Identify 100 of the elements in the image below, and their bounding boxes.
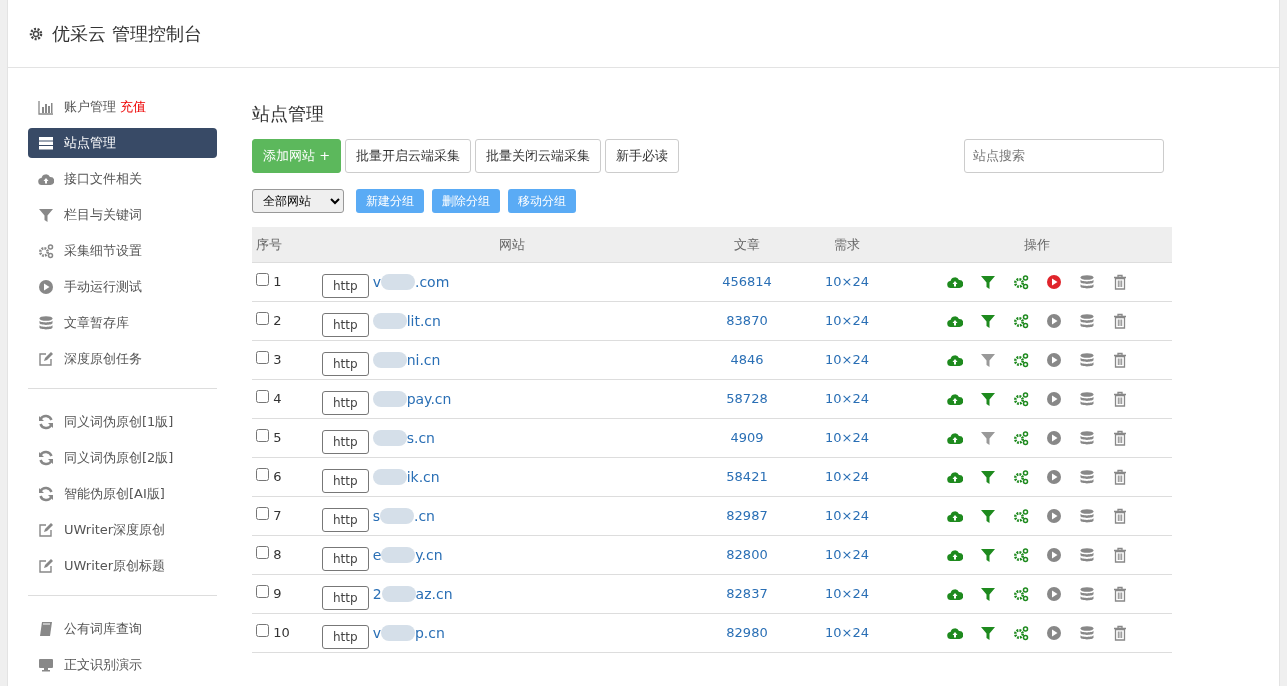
toolbar-button[interactable]: 新手必读 <box>605 139 680 173</box>
sidebar-item[interactable]: 文章暂存库 <box>28 308 217 338</box>
site-link[interactable]: ik.cn <box>372 466 440 488</box>
site-link[interactable]: lit.cn <box>372 310 441 332</box>
play-icon[interactable] <box>1045 508 1062 524</box>
search-field[interactable]: 站点搜索 <box>964 139 1164 173</box>
play-icon[interactable] <box>1045 313 1062 329</box>
gears-icon[interactable] <box>1012 430 1029 446</box>
gears-icon[interactable] <box>1012 547 1029 563</box>
database-icon[interactable] <box>1078 274 1095 290</box>
site-link[interactable]: pay.cn <box>372 388 452 410</box>
filter-icon[interactable] <box>979 469 996 485</box>
toolbar-button[interactable]: 批量开启云端采集 <box>345 139 472 173</box>
row-checkbox[interactable] <box>256 624 269 638</box>
cloud-upload-icon[interactable] <box>946 352 963 368</box>
site-link[interactable]: 2 az.cn <box>372 583 453 605</box>
sidebar-item[interactable]: 采集细节设置 <box>28 236 217 266</box>
row-checkbox[interactable] <box>256 546 269 560</box>
play-icon[interactable] <box>1045 274 1062 290</box>
site-link[interactable]: ni.cn <box>372 349 441 371</box>
cloud-upload-icon[interactable] <box>946 469 963 485</box>
database-icon[interactable] <box>1078 508 1095 524</box>
database-icon[interactable] <box>1078 352 1095 368</box>
cloud-upload-icon[interactable] <box>946 508 963 524</box>
group-select[interactable]: 全部网站 <box>252 188 344 213</box>
filter-icon[interactable] <box>979 274 996 290</box>
site-link[interactable]: s .cn <box>372 505 435 527</box>
filter-icon[interactable] <box>979 625 996 641</box>
database-icon[interactable] <box>1078 469 1095 485</box>
gears-icon[interactable] <box>1012 352 1029 368</box>
row-checkbox[interactable] <box>256 390 269 404</box>
sidebar-item[interactable]: UWriter原创标题 <box>28 551 217 581</box>
sidebar-item[interactable]: 同义词伪原创[2版] <box>28 443 217 473</box>
sidebar-item[interactable]: UWriter深度原创 <box>28 515 217 545</box>
cloud-upload-icon[interactable] <box>946 430 963 446</box>
sidebar-item[interactable]: 接口文件相关 <box>28 164 217 194</box>
cloud-upload-icon[interactable] <box>946 625 963 641</box>
play-icon[interactable] <box>1045 586 1062 602</box>
gears-icon[interactable] <box>1012 586 1029 602</box>
filter-icon[interactable] <box>979 313 996 329</box>
row-checkbox[interactable] <box>256 585 269 599</box>
database-icon[interactable] <box>1078 430 1095 446</box>
filter-icon[interactable] <box>979 547 996 563</box>
gears-icon[interactable] <box>1012 469 1029 485</box>
site-link[interactable]: e y.cn <box>372 544 443 566</box>
site-link[interactable]: v p.cn <box>372 622 445 644</box>
cloud-upload-icon[interactable] <box>946 547 963 563</box>
cloud-upload-icon[interactable] <box>946 274 963 290</box>
trash-icon[interactable] <box>1111 625 1128 641</box>
sidebar-item[interactable]: 公有词库查询 <box>28 614 217 644</box>
gears-icon[interactable] <box>1012 274 1029 290</box>
site-link[interactable]: v .com <box>372 271 450 293</box>
play-icon[interactable] <box>1045 625 1062 641</box>
sidebar-item[interactable]: 栏目与关键词 <box>28 200 217 230</box>
gears-icon[interactable] <box>1012 313 1029 329</box>
gears-icon[interactable] <box>1012 625 1029 641</box>
row-checkbox[interactable] <box>256 429 269 443</box>
gears-icon[interactable] <box>1012 508 1029 524</box>
trash-icon[interactable] <box>1111 547 1128 563</box>
trash-icon[interactable] <box>1111 508 1128 524</box>
sidebar-item[interactable]: 正文识别演示 <box>28 650 217 680</box>
play-icon[interactable] <box>1045 352 1062 368</box>
database-icon[interactable] <box>1078 313 1095 329</box>
play-icon[interactable] <box>1045 469 1062 485</box>
cloud-upload-icon[interactable] <box>946 313 963 329</box>
trash-icon[interactable] <box>1111 352 1128 368</box>
database-icon[interactable] <box>1078 391 1095 407</box>
sidebar-item[interactable]: 智能伪原创[AI版] <box>28 479 217 509</box>
site-link[interactable]: s.cn <box>372 427 435 449</box>
sidebar-item[interactable]: 同义词伪原创[1版] <box>28 407 217 437</box>
row-checkbox[interactable] <box>256 351 269 365</box>
trash-icon[interactable] <box>1111 313 1128 329</box>
database-icon[interactable] <box>1078 625 1095 641</box>
play-icon[interactable] <box>1045 391 1062 407</box>
sidebar-item[interactable]: 账户管理 充值 <box>28 92 217 122</box>
filter-icon[interactable] <box>979 352 996 368</box>
toolbar-button[interactable]: 批量关闭云端采集 <box>475 139 602 173</box>
filter-icon[interactable] <box>979 508 996 524</box>
gears-icon[interactable] <box>1012 391 1029 407</box>
sidebar-item[interactable]: 站点管理 <box>28 128 217 158</box>
filter-icon[interactable] <box>979 430 996 446</box>
sidebar-item[interactable]: 手动运行测试 <box>28 272 217 302</box>
trash-icon[interactable] <box>1111 391 1128 407</box>
row-checkbox[interactable] <box>256 507 269 521</box>
row-checkbox[interactable] <box>256 273 269 287</box>
cloud-upload-icon[interactable] <box>946 586 963 602</box>
trash-icon[interactable] <box>1111 586 1128 602</box>
play-icon[interactable] <box>1045 547 1062 563</box>
filter-icon[interactable] <box>979 586 996 602</box>
trash-icon[interactable] <box>1111 274 1128 290</box>
filter-icon[interactable] <box>979 391 996 407</box>
database-icon[interactable] <box>1078 547 1095 563</box>
play-icon[interactable] <box>1045 430 1062 446</box>
row-checkbox[interactable] <box>256 312 269 326</box>
cloud-upload-icon[interactable] <box>946 391 963 407</box>
trash-icon[interactable] <box>1111 430 1128 446</box>
trash-icon[interactable] <box>1111 469 1128 485</box>
sidebar-item[interactable]: 深度原创任务 <box>28 344 217 374</box>
database-icon[interactable] <box>1078 586 1095 602</box>
row-checkbox[interactable] <box>256 468 269 482</box>
